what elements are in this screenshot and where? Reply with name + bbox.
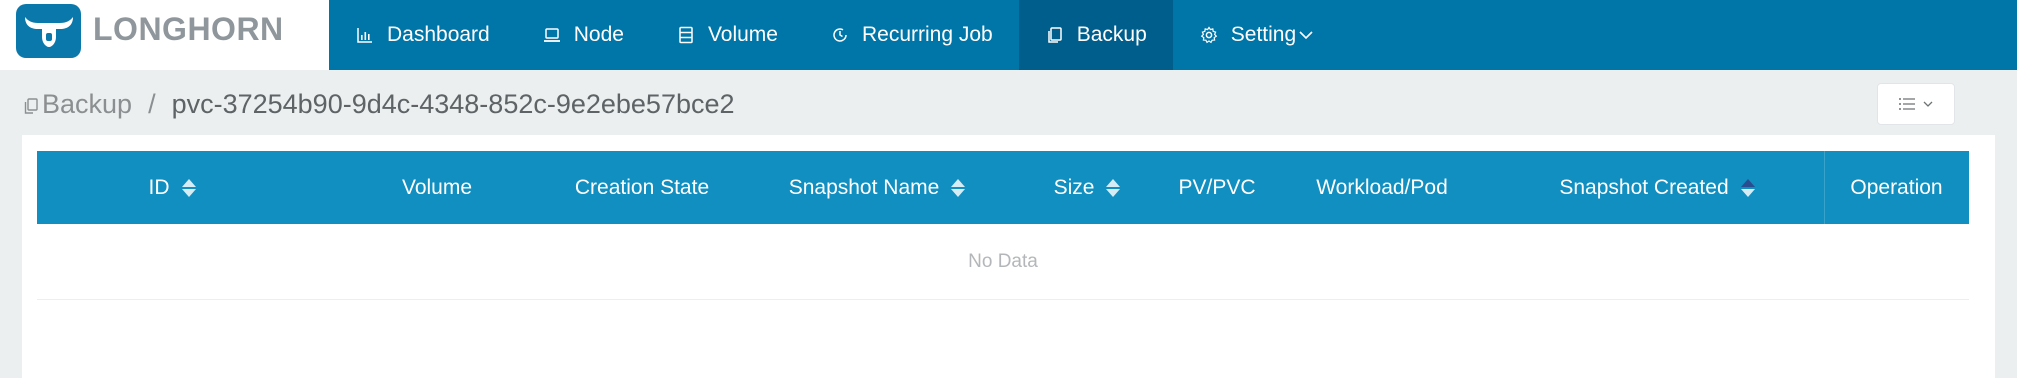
column-header-size[interactable]: Size (1007, 151, 1167, 224)
column-header-label: Volume (401, 175, 473, 199)
nav-volume[interactable]: Volume (650, 0, 804, 70)
list-icon (1898, 97, 1916, 111)
empty-state: No Data (37, 224, 1969, 300)
column-settings-button[interactable] (1877, 83, 1955, 125)
nav-dashboard[interactable]: Dashboard (329, 0, 516, 70)
logo[interactable]: LONGHORN (0, 0, 329, 70)
column-header-label: Operation (1850, 175, 1943, 199)
column-header-creation-state: Creation State (537, 151, 747, 224)
column-header-workload-pod: Workload/Pod (1262, 151, 1502, 224)
nav-setting[interactable]: Setting (1173, 0, 1340, 70)
sort-icon (1106, 178, 1121, 197)
copy-icon (22, 92, 42, 116)
sort-icon (1740, 178, 1755, 197)
column-header-label: Workload/Pod (1316, 175, 1448, 199)
column-header-id[interactable]: ID (87, 151, 257, 224)
logo-text: LONGHORN (93, 11, 284, 47)
column-header-label: ID (148, 175, 170, 199)
nav-node[interactable]: Node (516, 0, 650, 70)
column-header-snapshot-name[interactable]: Snapshot Name (747, 151, 1007, 224)
nav-backup[interactable]: Backup (1018, 0, 1173, 70)
laptop-icon (542, 25, 562, 45)
nav-label: Volume (707, 23, 778, 46)
nav-label: Dashboard (387, 23, 490, 46)
table-header: ID Volume Creation State Snapshot Name S… (37, 151, 1969, 224)
breadcrumb-current: pvc-37254b90-9d4c-4348-852c-9e2ebe57bce2 (171, 88, 735, 119)
column-header-snapshot-created[interactable]: Snapshot Created (1487, 151, 1827, 224)
nav-recurring-job[interactable]: Recurring Job (804, 0, 1019, 70)
chevron-down-icon (1922, 98, 1934, 110)
sort-icon (951, 178, 966, 197)
copy-icon (1045, 25, 1065, 45)
chevron-down-icon (1298, 27, 1314, 43)
nav-label: Setting (1230, 23, 1297, 46)
database-icon (676, 25, 696, 45)
breadcrumb-root-link[interactable]: Backup (42, 89, 132, 120)
column-header-operation: Operation (1824, 151, 1969, 224)
column-header-label: Size (1053, 175, 1095, 199)
empty-state-text: No Data (968, 250, 1038, 272)
breadcrumb: Backup / pvc-37254b90-9d4c-4348-852c-9e2… (22, 86, 735, 122)
nav-label: Node (573, 23, 624, 46)
column-header-label: Creation State (574, 175, 710, 199)
breadcrumb-separator: / (148, 88, 156, 119)
sort-icon (181, 178, 196, 197)
gear-icon (1199, 25, 1219, 45)
longhorn-logo-icon (16, 4, 81, 58)
bar-chart-icon (355, 25, 375, 45)
column-header-label: Snapshot Created (1559, 175, 1729, 199)
top-header: LONGHORN Dashboard Node Volume Recurring… (0, 0, 2017, 70)
nav-label: Backup (1076, 23, 1147, 46)
backup-detail-panel: ID Volume Creation State Snapshot Name S… (22, 135, 1995, 378)
clock-icon (830, 25, 850, 45)
column-header-volume: Volume (337, 151, 537, 224)
column-header-label: Snapshot Name (788, 175, 940, 199)
column-header-label: PV/PVC (1178, 175, 1256, 199)
nav-label: Recurring Job (861, 23, 993, 46)
main-nav: Dashboard Node Volume Recurring Job Back… (329, 0, 1340, 70)
